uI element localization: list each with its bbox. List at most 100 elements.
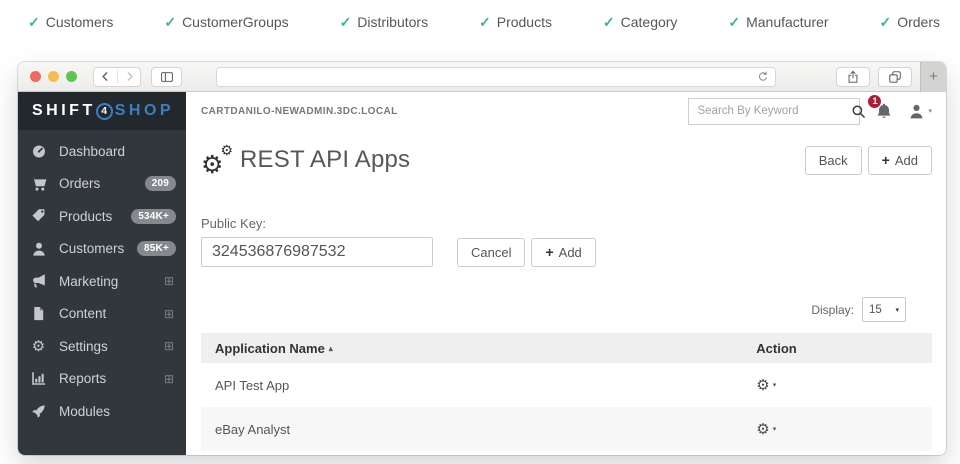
share-button[interactable] <box>836 67 870 87</box>
check-icon: ✓ <box>479 14 491 31</box>
person-icon <box>30 241 47 257</box>
setup-item-label: Manufacturer <box>746 14 828 30</box>
setup-item-label: Distributors <box>357 14 428 30</box>
sidebar-item-content[interactable]: Content ⊞ <box>18 298 186 331</box>
setup-item-customers[interactable]: ✓Customers <box>28 14 113 31</box>
close-window-button[interactable] <box>30 71 41 82</box>
url-input[interactable] <box>217 71 757 83</box>
display-row: Display: 15 ▾ <box>201 297 906 322</box>
sidebar-item-reports[interactable]: Reports ⊞ <box>18 363 186 396</box>
expand-icon[interactable]: ⊞ <box>164 307 176 321</box>
chrome-right-buttons: + <box>836 62 946 91</box>
setup-item-label: Orders <box>897 14 940 30</box>
sidebar-item-label: Reports <box>59 371 164 386</box>
add-app-button[interactable]: +Add <box>868 146 932 175</box>
public-key-input[interactable] <box>201 237 433 267</box>
window-controls <box>30 71 77 82</box>
search-icon[interactable] <box>851 104 866 119</box>
dashboard-icon <box>30 143 47 159</box>
display-page-size-select[interactable]: 15 ▾ <box>862 297 906 322</box>
back-nav-button[interactable] <box>94 70 117 83</box>
tags-icon <box>30 208 47 224</box>
zoom-window-button[interactable] <box>66 71 77 82</box>
sidebar-item-dashboard[interactable]: Dashboard <box>18 135 186 168</box>
expand-icon[interactable]: ⊞ <box>164 274 176 288</box>
confirm-add-button[interactable]: +Add <box>531 238 595 267</box>
sidebar-item-modules[interactable]: Modules <box>18 395 186 428</box>
table-row: eBay Analyst ⚙ ▾ <box>201 407 932 451</box>
sidebar-item-label: Content <box>59 306 164 321</box>
sidebar-item-label: Orders <box>59 176 145 191</box>
sidebar-item-settings[interactable]: ⚙ Settings ⊞ <box>18 330 186 363</box>
setup-item-products[interactable]: ✓ Products <box>479 14 552 31</box>
setup-item-label: Products <box>497 14 552 30</box>
check-icon: ✓ <box>603 14 615 31</box>
check-icon: ✓ <box>879 14 891 31</box>
chevron-down-icon: ▾ <box>773 425 777 433</box>
sidebar-toggle-button[interactable] <box>151 67 182 87</box>
check-icon: ✓ <box>728 14 740 31</box>
forward-nav-button[interactable] <box>117 70 140 83</box>
shift4shop-logo[interactable]: SHIFT 4 SHOP <box>18 92 186 130</box>
tab-overview-button[interactable] <box>878 67 912 87</box>
megaphone-icon <box>30 273 47 289</box>
setup-item-distributors[interactable]: ✓Distributors <box>340 14 429 31</box>
sidebar-item-marketing[interactable]: Marketing ⊞ <box>18 265 186 298</box>
chevron-down-icon: ▾ <box>895 306 899 314</box>
title-buttons: Back +Add <box>805 146 932 175</box>
sidebar-item-orders[interactable]: Orders 209 <box>18 168 186 201</box>
chevron-right-icon <box>123 70 136 83</box>
gears-icon: ⚙ <box>30 338 47 354</box>
expand-icon[interactable]: ⊞ <box>164 372 176 386</box>
browser-window: + SHIFT 4 SHOP Dashboard Orders 209 <box>18 62 946 455</box>
sort-ascending-icon: ▴ <box>329 344 333 353</box>
expand-icon[interactable]: ⊞ <box>164 339 176 353</box>
setup-item-customergroups[interactable]: ✓ CustomerGroups <box>164 14 288 31</box>
application-name-header[interactable]: Application Name ▴ <box>215 341 756 356</box>
sidebar-item-label: Customers <box>59 241 137 256</box>
row-action-menu-button[interactable]: ⚙ ▾ <box>756 422 776 437</box>
setup-item-label: Category <box>621 14 678 30</box>
sidebar: SHIFT 4 SHOP Dashboard Orders 209 Produc… <box>18 92 186 455</box>
setup-item-label: CustomerGroups <box>182 14 289 30</box>
gear-icon: ⚙ <box>756 378 769 393</box>
action-header: Action <box>756 341 918 356</box>
orders-count-badge: 209 <box>145 176 176 191</box>
gear-icon: ⚙ <box>756 422 769 437</box>
check-icon: ✓ <box>28 14 40 31</box>
check-icon: ✓ <box>164 14 176 31</box>
logo-text-shift: SHIFT <box>32 102 96 120</box>
sidebar-item-label: Dashboard <box>59 144 176 159</box>
cancel-button[interactable]: Cancel <box>457 238 525 267</box>
sidebar-item-customers[interactable]: Customers 85K+ <box>18 233 186 266</box>
sidebar-item-label: Modules <box>59 404 176 419</box>
admin-header: CARTDANILO-NEWADMIN.3DC.LOCAL 1 ▾ <box>186 92 946 130</box>
browser-chrome: + <box>18 62 946 92</box>
history-nav-buttons <box>93 67 141 87</box>
minimize-window-button[interactable] <box>48 71 59 82</box>
setup-item-orders[interactable]: ✓ Orders <box>879 14 940 31</box>
api-apps-table: Application Name ▴ Action API Test App ⚙… <box>201 333 932 451</box>
setup-item-manufacturer[interactable]: ✓ Manufacturer <box>728 14 828 31</box>
display-label: Display: <box>811 303 854 317</box>
share-icon <box>846 70 860 84</box>
customers-count-badge: 85K+ <box>137 241 176 256</box>
notifications-button[interactable]: 1 <box>875 102 893 120</box>
app-name-cell: eBay Analyst <box>215 422 756 437</box>
sidebar-nav: Dashboard Orders 209 Products 534K+ Cust… <box>18 130 186 428</box>
main-panel: CARTDANILO-NEWADMIN.3DC.LOCAL 1 ▾ <box>186 92 946 455</box>
sidebar-item-products[interactable]: Products 534K+ <box>18 200 186 233</box>
address-bar[interactable] <box>216 67 776 87</box>
row-action-menu-button[interactable]: ⚙ ▾ <box>756 378 776 393</box>
back-button[interactable]: Back <box>805 146 862 175</box>
new-tab-button[interactable]: + <box>920 62 946 92</box>
search-input[interactable] <box>697 105 851 117</box>
gear-icon: ⚙ <box>220 143 233 157</box>
setup-item-category[interactable]: ✓ Category <box>603 14 678 31</box>
keyword-search-box[interactable] <box>688 98 860 125</box>
plus-icon: + <box>929 68 938 85</box>
logo-text-shop: SHOP <box>115 102 174 120</box>
api-gears-icon: ⚙ ⚙ <box>201 145 235 175</box>
user-menu-button[interactable]: ▾ <box>908 103 932 120</box>
header-right: 1 ▾ <box>688 98 932 125</box>
